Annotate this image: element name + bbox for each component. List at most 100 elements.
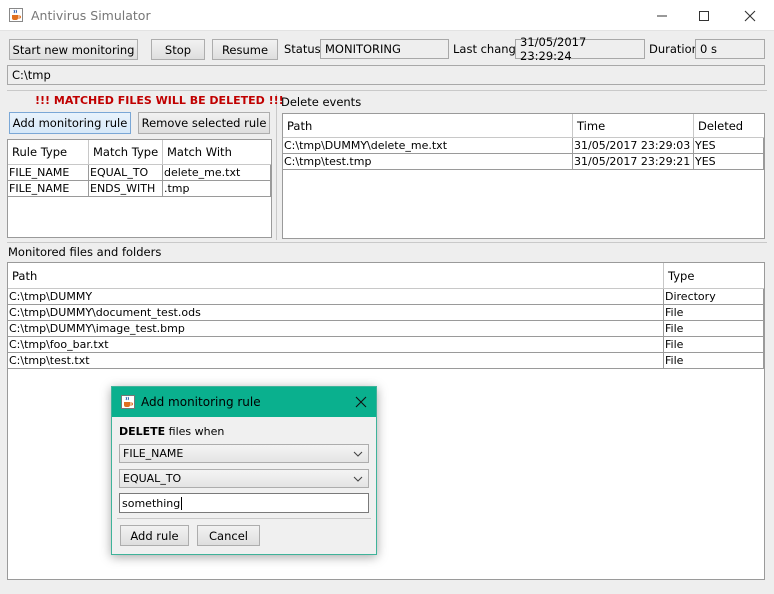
table-row[interactable]: C:\tmp\DUMMY Directory	[8, 289, 764, 305]
column-header[interactable]: Match With	[163, 140, 271, 164]
match-type-cell: EQUAL_TO	[89, 165, 163, 180]
rule-type-cell: FILE_NAME	[8, 181, 89, 196]
java-cup-icon	[9, 8, 23, 22]
rule-type-value: FILE_NAME	[123, 447, 184, 460]
minimize-icon	[656, 15, 667, 16]
delete-events-header: Path Time Deleted	[283, 114, 764, 138]
cancel-button[interactable]: Cancel	[197, 525, 260, 546]
start-monitoring-button[interactable]: Start new monitoring	[9, 39, 138, 60]
match-with-cell: delete_me.txt	[163, 165, 271, 180]
match-type-value: EQUAL_TO	[123, 472, 182, 485]
table-row[interactable]: C:\tmp\DUMMY\document_test.ods File	[8, 305, 764, 321]
window-title: Antivirus Simulator	[31, 8, 151, 23]
monitored-path-field: C:\tmp	[7, 65, 765, 85]
delete-events-title: Delete events	[281, 95, 362, 109]
status-label: Status	[284, 42, 321, 56]
dialog-title: Add monitoring rule	[141, 395, 261, 409]
table-row[interactable]: C:\tmp\test.tmp 31/05/2017 23:29:21 YES	[283, 154, 764, 170]
event-deleted-cell: YES	[694, 138, 764, 153]
event-time-cell: 31/05/2017 23:29:03	[573, 138, 694, 153]
match-with-cell: .tmp	[163, 181, 271, 196]
maximize-button[interactable]	[681, 0, 726, 31]
maximize-icon	[698, 10, 709, 21]
last-change-field: 31/05/2017 23:29:24	[515, 35, 645, 63]
table-row[interactable]: C:\tmp\DUMMY\image_test.bmp File	[8, 321, 764, 337]
file-path-cell: C:\tmp\foo_bar.txt	[8, 337, 664, 352]
cancel-button-label: Cancel	[209, 528, 248, 543]
column-header[interactable]: Match Type	[89, 140, 163, 164]
rules-table-header: Rule Type Match Type Match With	[8, 140, 271, 165]
table-row[interactable]: FILE_NAME EQUAL_TO delete_me.txt	[8, 165, 271, 181]
dialog-prompt: DELETE files when	[119, 425, 224, 438]
monitored-files-title: Monitored files and folders	[8, 245, 162, 259]
event-deleted-cell: YES	[694, 154, 764, 169]
table-row[interactable]: FILE_NAME ENDS_WITH .tmp	[8, 181, 271, 197]
chevron-down-icon	[353, 476, 363, 482]
java-cup-icon	[121, 395, 135, 409]
file-type-cell: File	[664, 353, 764, 368]
match-value-text: something	[122, 496, 181, 510]
table-row[interactable]: C:\tmp\test.txt File	[8, 353, 764, 369]
monitored-path-value: C:\tmp	[12, 68, 51, 82]
start-monitoring-label: Start new monitoring	[12, 42, 135, 57]
match-type-cell: ENDS_WITH	[89, 181, 163, 196]
dialog-close-button[interactable]	[348, 389, 374, 415]
column-header[interactable]: Time	[573, 114, 694, 137]
file-path-cell: C:\tmp\test.txt	[8, 353, 664, 368]
column-header[interactable]: Deleted	[694, 114, 764, 137]
file-type-cell: File	[664, 305, 764, 320]
rule-type-dropdown[interactable]: FILE_NAME	[119, 444, 369, 463]
close-icon	[355, 396, 367, 408]
add-rule-button[interactable]: Add rule	[120, 525, 189, 546]
rules-table[interactable]: Rule Type Match Type Match With FILE_NAM…	[7, 139, 272, 238]
dialog-divider	[117, 518, 371, 519]
file-type-cell: File	[664, 321, 764, 336]
duration-value: 0 s	[700, 42, 717, 56]
monitored-files-header: Path Type	[8, 263, 764, 289]
close-button[interactable]	[727, 0, 772, 31]
divider	[7, 90, 767, 91]
prompt-action: DELETE	[119, 425, 166, 438]
duration-label: Duration	[649, 42, 699, 56]
add-rule-button-label: Add rule	[130, 528, 179, 543]
last-change-label: Last change	[453, 42, 523, 56]
text-caret	[181, 496, 183, 510]
status-field: MONITORING	[320, 39, 449, 59]
split-divider[interactable]	[276, 94, 277, 240]
prompt-rest: files when	[165, 425, 225, 438]
dialog-title-bar[interactable]: Add monitoring rule	[112, 387, 376, 417]
minimize-button[interactable]	[639, 0, 684, 31]
status-value: MONITORING	[325, 42, 401, 56]
add-monitoring-rule-dialog: Add monitoring rule DELETE files when FI…	[111, 386, 377, 555]
column-header[interactable]: Type	[664, 263, 764, 288]
add-rule-label: Add monitoring rule	[12, 116, 128, 130]
duration-field: 0 s	[695, 39, 765, 59]
last-change-value: 31/05/2017 23:29:24	[520, 35, 587, 63]
file-type-cell: File	[664, 337, 764, 352]
file-path-cell: C:\tmp\DUMMY	[8, 289, 664, 304]
split-divider-horizontal[interactable]	[7, 242, 767, 243]
file-type-cell: Directory	[664, 289, 764, 304]
resume-button[interactable]: Resume	[212, 39, 278, 60]
remove-selected-rule-button[interactable]: Remove selected rule	[138, 112, 270, 134]
table-row[interactable]: C:\tmp\foo_bar.txt File	[8, 337, 764, 353]
delete-events-table[interactable]: Path Time Deleted C:\tmp\DUMMY\delete_me…	[282, 113, 765, 239]
event-path-cell: C:\tmp\test.tmp	[283, 154, 573, 169]
column-header[interactable]: Rule Type	[8, 140, 89, 164]
match-type-dropdown[interactable]: EQUAL_TO	[119, 469, 369, 488]
stop-button[interactable]: Stop	[151, 39, 205, 60]
resume-label: Resume	[221, 42, 269, 57]
title-bar: Antivirus Simulator	[0, 0, 774, 31]
file-path-cell: C:\tmp\DUMMY\image_test.bmp	[8, 321, 664, 336]
remove-rule-label: Remove selected rule	[141, 116, 267, 130]
table-row[interactable]: C:\tmp\DUMMY\delete_me.txt 31/05/2017 23…	[283, 138, 764, 154]
close-icon	[744, 10, 755, 21]
chevron-down-icon	[353, 451, 363, 457]
stop-label: Stop	[164, 42, 192, 57]
match-value-input[interactable]: something	[119, 493, 369, 513]
column-header[interactable]: Path	[8, 263, 664, 288]
add-monitoring-rule-button[interactable]: Add monitoring rule	[9, 112, 131, 134]
rule-type-cell: FILE_NAME	[8, 165, 89, 180]
column-header[interactable]: Path	[283, 114, 573, 137]
delete-warning: !!! MATCHED FILES WILL BE DELETED !!!	[35, 94, 284, 107]
